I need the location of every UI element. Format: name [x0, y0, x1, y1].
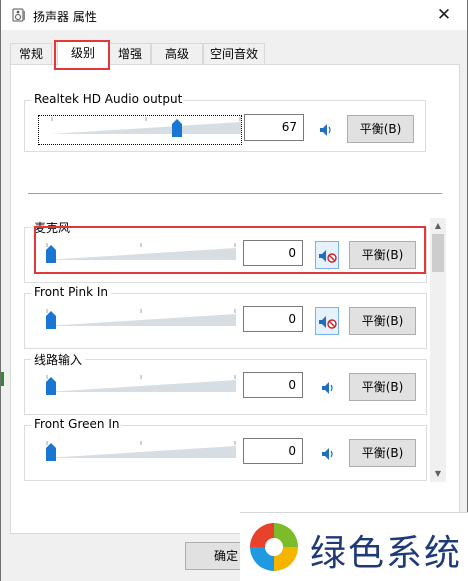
- channel-name: Front Green In: [32, 417, 122, 431]
- tab-enhancements[interactable]: 增强: [109, 43, 151, 65]
- channel-name: 麦克风: [32, 219, 73, 236]
- channel-volume-value[interactable]: 0: [243, 372, 303, 398]
- tab-general[interactable]: 常规: [10, 43, 52, 65]
- master-volume-value[interactable]: 67: [244, 114, 304, 141]
- input-channels-list: 麦克风 0 平衡(B) Front Pink In 0 平衡(B) 线路输入 0…: [23, 218, 429, 482]
- slider-thumb[interactable]: [172, 119, 182, 137]
- channel-volume-slider[interactable]: [46, 243, 236, 267]
- window-title: 扬声器 属性: [33, 10, 97, 24]
- speaker-properties-icon: [12, 8, 25, 22]
- channel-mute-button[interactable]: [315, 439, 339, 467]
- speaker-muted-icon: [319, 250, 337, 263]
- channel-group-front-green-in: Front Green In 0 平衡(B): [24, 417, 427, 481]
- channel-mute-button[interactable]: [315, 241, 339, 269]
- channel-balance-button[interactable]: 平衡(B): [349, 241, 416, 269]
- master-device-name: Realtek HD Audio output: [32, 92, 185, 106]
- channel-balance-button[interactable]: 平衡(B): [349, 307, 416, 335]
- slider-thumb[interactable]: [46, 311, 56, 329]
- speaker-icon: [322, 382, 333, 394]
- speaker-icon: [322, 448, 333, 460]
- slider-thumb[interactable]: [46, 245, 56, 263]
- background-edge-mark: [1, 372, 4, 386]
- watermark-banner: 绿色系统: [240, 512, 468, 581]
- master-mute-button[interactable]: [313, 115, 337, 143]
- slider-thumb[interactable]: [46, 443, 56, 461]
- master-balance-button[interactable]: 平衡(B): [347, 115, 414, 143]
- channel-name: Front Pink In: [32, 285, 110, 299]
- channel-volume-value[interactable]: 0: [243, 240, 303, 266]
- slider-track: [46, 380, 236, 392]
- tab-advanced[interactable]: 高级: [151, 43, 203, 65]
- scroll-thumb[interactable]: [432, 234, 444, 272]
- slider-track: [46, 314, 236, 326]
- windows-color-logo-icon: [250, 523, 298, 571]
- slider-track: [46, 446, 236, 458]
- close-button[interactable]: ✕: [427, 2, 461, 28]
- master-volume-slider[interactable]: [51, 117, 241, 141]
- section-divider: [28, 193, 442, 194]
- channel-balance-button[interactable]: 平衡(B): [349, 373, 416, 401]
- channel-volume-value[interactable]: 0: [243, 306, 303, 332]
- scroll-down-arrow-icon[interactable]: ▼: [430, 466, 446, 482]
- slider-track: [46, 248, 236, 260]
- channel-volume-slider[interactable]: [46, 375, 236, 399]
- channel-volume-slider[interactable]: [46, 309, 236, 333]
- slider-thumb[interactable]: [46, 377, 56, 395]
- watermark-text: 绿色系统: [310, 533, 463, 574]
- tab-levels[interactable]: 级别: [57, 40, 109, 66]
- channel-mute-button[interactable]: [315, 373, 339, 401]
- channel-balance-button[interactable]: 平衡(B): [349, 439, 416, 467]
- title-bar: 扬声器 属性 ✕: [1, 0, 467, 30]
- scroll-up-arrow-icon[interactable]: ▲: [430, 218, 446, 234]
- channel-name: 线路输入: [32, 351, 85, 368]
- vertical-scrollbar[interactable]: ▲ ▼: [430, 218, 446, 482]
- slider-track: [51, 122, 241, 134]
- tab-spatial-sound[interactable]: 空间音效: [203, 43, 265, 65]
- channel-volume-value[interactable]: 0: [243, 438, 303, 464]
- speaker-properties-window: 扬声器 属性 ✕ 常规 级别 增强 高级 空间音效 Realtek HD Aud…: [0, 0, 468, 581]
- tab-strip: 常规 级别 增强 高级 空间音效: [10, 40, 468, 66]
- speaker-muted-icon: [319, 316, 337, 329]
- channel-group-line-in: 线路输入 0 平衡(B): [24, 351, 427, 415]
- channel-group-microphone: 麦克风 0 平衡(B): [24, 219, 427, 283]
- channel-volume-slider[interactable]: [46, 441, 236, 465]
- channel-group-front-pink-in: Front Pink In 0 平衡(B): [24, 285, 427, 349]
- master-volume-group: Realtek HD Audio output 67 平衡(B): [24, 92, 426, 152]
- speaker-icon: [320, 124, 331, 136]
- channel-mute-button[interactable]: [315, 307, 339, 335]
